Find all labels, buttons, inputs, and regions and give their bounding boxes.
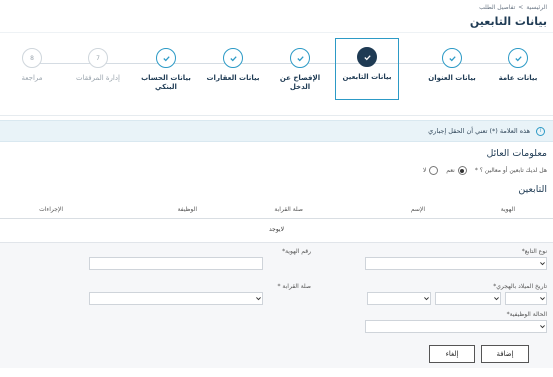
step-label: مراجعة xyxy=(21,74,43,82)
step-label: بيانات عامة xyxy=(498,74,538,82)
cancel-button[interactable]: إلغاء xyxy=(429,345,475,363)
hijri-month-select[interactable] xyxy=(435,292,501,305)
chevron-down-icon xyxy=(540,262,545,266)
chevron-down-icon xyxy=(540,325,545,329)
id-number-input[interactable] xyxy=(89,257,263,270)
step-real-estate[interactable]: بيانات العقارات xyxy=(204,48,262,83)
hijri-day-select[interactable] xyxy=(505,292,547,305)
step-dependents[interactable]: بيانات التابعين xyxy=(335,38,399,100)
page-title: بيانات التابعين xyxy=(469,15,547,28)
check-icon xyxy=(156,48,176,68)
step-income[interactable]: الإفصاح عن الدخل xyxy=(271,48,329,92)
empty-table-text: لايوجد xyxy=(268,226,285,233)
check-icon xyxy=(508,48,528,68)
step-general-info[interactable]: بيانات عامة xyxy=(489,48,547,83)
step-label: بيانات التابعين xyxy=(342,73,392,81)
radio-no-circle[interactable] xyxy=(429,166,439,175)
family-section-title: معلومات العائل xyxy=(486,148,547,159)
job-status-label: الحالة الوظيفية* xyxy=(506,311,547,318)
step-label: إدارة المرفقات xyxy=(76,74,120,82)
info-icon: i xyxy=(536,126,545,136)
step-bank-account[interactable]: بيانات الحساب البنكي xyxy=(137,48,195,92)
check-icon xyxy=(357,47,377,67)
relation-select[interactable] xyxy=(89,292,263,305)
hijri-year-select[interactable] xyxy=(367,292,431,305)
check-icon xyxy=(223,48,243,68)
radio-yes-circle[interactable] xyxy=(457,166,467,175)
chevron-down-icon xyxy=(256,297,261,301)
step-label: بيانات الحساب البنكي xyxy=(141,74,191,91)
required-notice: i هذه العلامة (*) تعني أن الحقل إجباري xyxy=(0,120,553,142)
breadcrumb-home[interactable]: الرئيسية xyxy=(526,4,547,11)
id-type-label: نوع التابع* xyxy=(521,248,547,255)
radio-yes-label: نعم xyxy=(446,167,455,174)
chevron-down-icon xyxy=(540,297,545,301)
breadcrumb: الرئيسية > تفاصيل الطلب xyxy=(479,4,547,11)
step-number: 8 xyxy=(22,48,42,68)
chevron-down-icon xyxy=(424,297,429,301)
dependents-question: هل لديك تابعين أو معالين ؟ * نعم لا xyxy=(423,166,547,175)
notice-text: هذه العلامة (*) تعني أن الحقل إجباري xyxy=(428,127,530,135)
step-label: الإفصاح عن الدخل xyxy=(279,74,321,91)
relation-label: صلة القرابة * xyxy=(277,283,311,290)
step-label: بيانات العنوان xyxy=(428,74,476,82)
radio-yes[interactable]: نعم xyxy=(446,166,467,175)
id-type-select[interactable] xyxy=(365,257,547,270)
table-header: الهوية الإسم صلة القرابة الوظيفة الإجراء… xyxy=(0,204,553,219)
job-status-select[interactable] xyxy=(365,320,547,333)
dependents-title: التابعين xyxy=(518,184,547,195)
step-number: 7 xyxy=(88,48,108,68)
radio-no-label: لا xyxy=(422,167,427,174)
col-id: الهوية xyxy=(500,206,515,213)
col-relation: صلة القرابة xyxy=(274,206,303,213)
question-text: هل لديك تابعين أو معالين ؟ * xyxy=(474,167,547,174)
chevron-down-icon xyxy=(494,297,499,301)
step-label: بيانات العقارات xyxy=(206,74,260,82)
breadcrumb-separator: > xyxy=(518,4,524,11)
col-name: الإسم xyxy=(410,206,425,213)
step-review[interactable]: 8 مراجعة xyxy=(3,48,61,83)
check-icon xyxy=(290,48,310,68)
check-icon xyxy=(442,48,462,68)
breadcrumb-current: تفاصيل الطلب xyxy=(479,4,516,11)
id-number-label: رقم الهوية* xyxy=(282,248,311,255)
radio-no[interactable]: لا xyxy=(422,166,439,175)
step-attachments[interactable]: 7 إدارة المرفقات xyxy=(69,48,127,83)
add-button[interactable]: إضافة xyxy=(481,345,529,363)
col-actions: الإجراءات xyxy=(39,206,63,213)
hijri-dob-label: تاريخ الميلاد بالهجري* xyxy=(493,283,547,290)
col-job: الوظيفة xyxy=(177,206,197,213)
step-address[interactable]: بيانات العنوان xyxy=(423,48,481,83)
